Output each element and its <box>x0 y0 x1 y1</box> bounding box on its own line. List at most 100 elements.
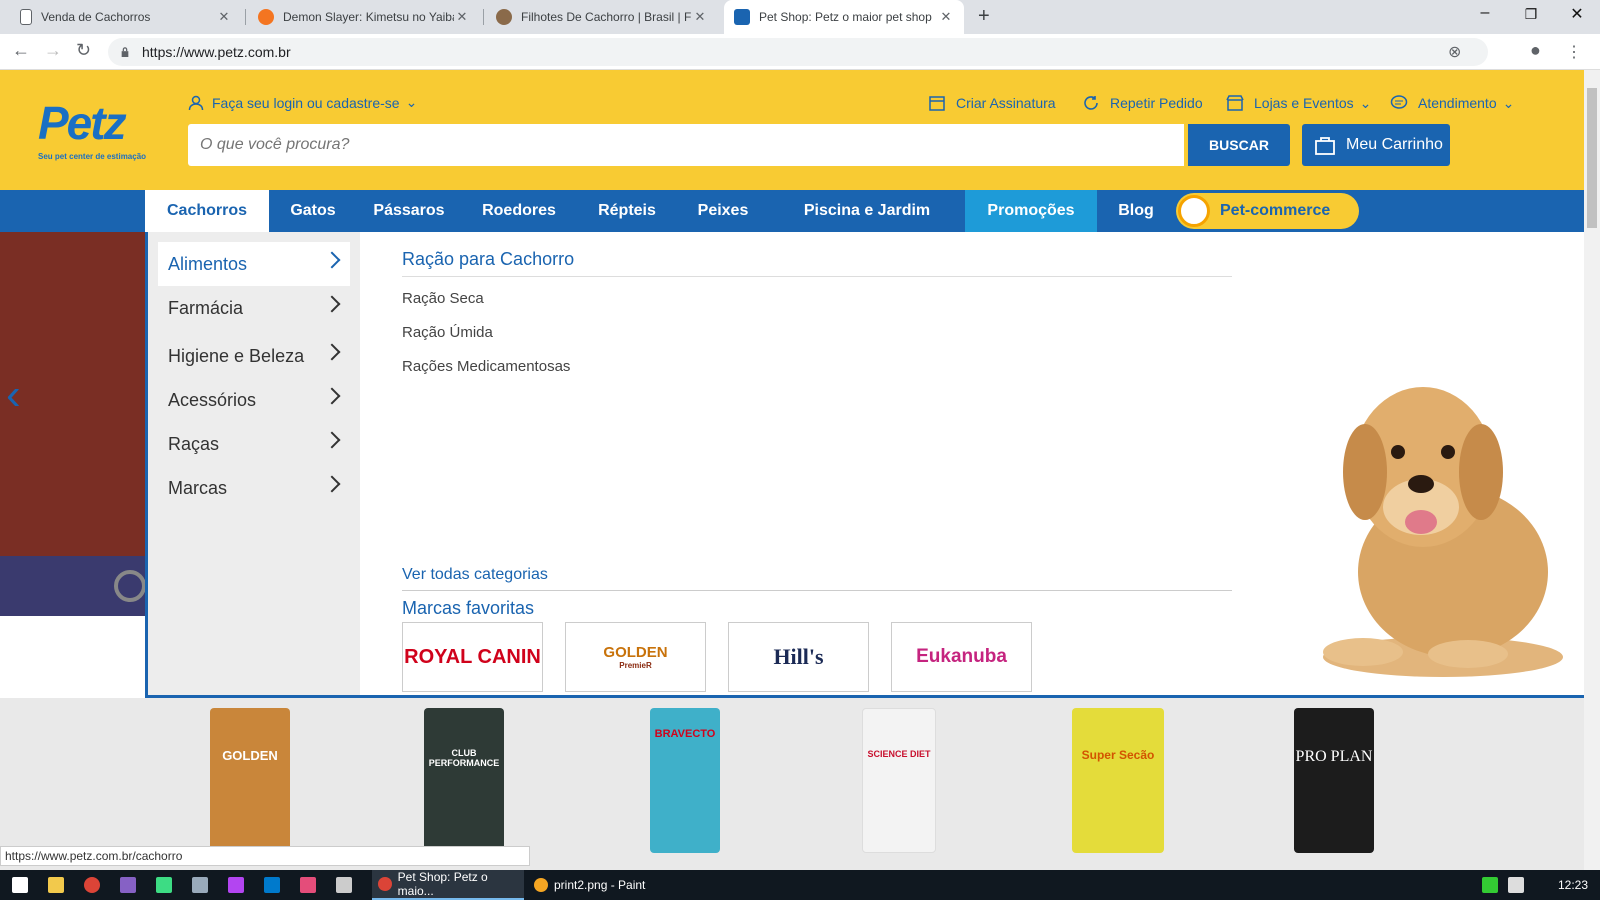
refresh-icon <box>1084 96 1098 110</box>
scrollbar-thumb[interactable] <box>1587 88 1597 228</box>
translate-icon[interactable]: ⊗ <box>1448 42 1461 62</box>
profile-icon[interactable]: ● <box>1530 40 1541 61</box>
browser-toolbar: ← → ↻ https://www.petz.com.br ⊗ ● ⋮ <box>0 34 1600 70</box>
brand-royal-canin[interactable]: ROYAL CANIN <box>402 622 543 692</box>
close-tab-icon[interactable]: ✕ <box>454 9 470 25</box>
app-icon[interactable] <box>300 877 316 893</box>
calendar-icon <box>929 96 945 111</box>
chevron-right-icon <box>323 343 341 361</box>
browser-tab[interactable]: Filhotes De Cachorro | Brasil | Filh ✕ <box>486 0 718 34</box>
subcategory-title[interactable]: Ração para Cachorro <box>402 249 574 270</box>
ver-todas-categorias-link[interactable]: Ver todas categorias <box>402 566 548 584</box>
category-nav: Cachorros Gatos Pássaros Roedores Réptei… <box>0 190 1584 232</box>
atendimento-link[interactable]: Atendimento ⌄ <box>1390 94 1514 112</box>
petz-favicon-icon <box>734 9 750 25</box>
repetir-pedido-link[interactable]: Repetir Pedido <box>1082 94 1203 112</box>
chevron-right-icon <box>323 295 341 313</box>
brand-golden[interactable]: GOLDEN PremieR <box>565 622 706 692</box>
close-tab-icon[interactable]: ✕ <box>692 9 708 25</box>
windows-start-icon[interactable] <box>12 877 28 893</box>
nav-blog[interactable]: Blog <box>1097 190 1175 232</box>
browser-tab[interactable]: Venda de Cachorros ✕ <box>10 0 242 34</box>
close-tab-icon[interactable]: ✕ <box>216 9 232 25</box>
reload-icon[interactable]: ↻ <box>76 40 91 61</box>
nav-gatos[interactable]: Gatos <box>269 190 357 232</box>
nav-piscina-jardim[interactable]: Piscina e Jardim <box>769 190 965 232</box>
product-card[interactable]: CLUB PERFORMANCE <box>424 708 504 853</box>
petz-logo[interactable]: Petz Seu pet center de estimação <box>38 96 150 174</box>
search-button[interactable]: BUSCAR <box>1188 124 1290 166</box>
nav-repteis[interactable]: Répteis <box>577 190 677 232</box>
product-card[interactable]: SCIENCE DIET <box>862 708 936 853</box>
package-icon[interactable] <box>336 877 352 893</box>
brand-eukanuba[interactable]: Eukanuba <box>891 622 1032 692</box>
tray-app-icon[interactable] <box>1482 877 1498 893</box>
product-card[interactable]: GOLDEN <box>210 708 290 853</box>
back-arrow-icon[interactable]: ← <box>12 40 30 61</box>
address-bar[interactable]: https://www.petz.com.br <box>108 38 1488 66</box>
restore-button[interactable]: ❐ <box>1508 6 1554 23</box>
taskbar-clock[interactable]: 12:23 <box>1558 878 1588 892</box>
visual-studio-icon[interactable] <box>120 877 136 893</box>
taskbar-paint-window[interactable]: print2.png - Paint <box>528 870 680 900</box>
category-dropdown: Alimentos Farmácia Higiene e Beleza Aces… <box>145 232 1584 698</box>
pet-commerce-button[interactable]: Pet-commerce <box>1176 193 1359 229</box>
carousel-prev-icon[interactable]: ‹ <box>6 370 21 420</box>
menu-item-alimentos[interactable]: Alimentos <box>158 242 350 286</box>
criar-assinatura-link[interactable]: Criar Assinatura <box>928 94 1056 112</box>
puppy-favicon-icon <box>496 9 512 25</box>
chrome-icon[interactable] <box>84 877 100 893</box>
page-scrollbar[interactable] <box>1584 70 1600 870</box>
paint-icon <box>534 878 548 892</box>
file-explorer-icon[interactable] <box>48 877 64 893</box>
link-status-bar: https://www.petz.com.br/cachorro <box>0 846 530 866</box>
login-link[interactable]: Faça seu login ou cadastre-se ⌄ <box>188 94 417 111</box>
nav-cachorros[interactable]: Cachorros <box>145 190 269 232</box>
close-tab-icon[interactable]: ✕ <box>938 9 954 25</box>
virtualbox-icon[interactable] <box>192 877 208 893</box>
browser-tab-active[interactable]: Pet Shop: Petz o maior pet shop ✕ <box>724 0 964 34</box>
favorite-brands-title: Marcas favoritas <box>402 598 535 618</box>
menu-item-marcas[interactable]: Marcas <box>158 466 350 510</box>
forward-arrow-icon[interactable]: → <box>44 40 62 61</box>
chevron-down-icon: ⌄ <box>405 94 418 110</box>
vscode-icon[interactable] <box>264 877 280 893</box>
cart-button[interactable]: Meu Carrinho <box>1302 124 1450 166</box>
android-studio-icon[interactable] <box>156 877 172 893</box>
product-carousel: GOLDEN CLUB PERFORMANCE BRAVECTO SCIENCE… <box>0 698 1584 870</box>
new-tab-button[interactable]: + <box>978 5 990 28</box>
product-card[interactable]: Super Secão <box>1072 708 1164 853</box>
clock-icon <box>114 570 146 602</box>
nav-peixes[interactable]: Peixes <box>677 190 769 232</box>
menu-item-acessorios[interactable]: Acessórios <box>158 378 350 422</box>
user-icon <box>188 95 204 110</box>
lojas-eventos-link[interactable]: Lojas e Eventos ⌄ <box>1226 94 1371 112</box>
menu-item-farmacia[interactable]: Farmácia <box>158 286 350 330</box>
chrome-icon <box>378 877 392 891</box>
nav-passaros[interactable]: Pássaros <box>357 190 461 232</box>
site-header: Petz Seu pet center de estimação Faça se… <box>0 70 1584 190</box>
shopping-bag-icon <box>1315 137 1335 155</box>
close-window-button[interactable]: ✕ <box>1554 4 1600 24</box>
nav-roedores[interactable]: Roedores <box>461 190 577 232</box>
link-racoes-medicamentosas[interactable]: Rações Medicamentosas <box>402 358 570 375</box>
product-card[interactable]: BRAVECTO <box>650 708 720 853</box>
minimize-button[interactable]: – <box>1462 4 1508 22</box>
divider <box>402 590 1232 591</box>
link-racao-umida[interactable]: Ração Úmida <box>402 324 493 341</box>
link-racao-seca[interactable]: Ração Seca <box>402 290 484 307</box>
tray-language-icon[interactable] <box>1508 877 1524 893</box>
nav-promocoes[interactable]: Promoções <box>965 190 1097 232</box>
menu-item-higiene-beleza[interactable]: Higiene e Beleza <box>158 334 350 378</box>
menu-icon[interactable]: ⋮ <box>1566 42 1582 62</box>
brand-hills[interactable]: Hill's <box>728 622 869 692</box>
menu-item-racas[interactable]: Raças <box>158 422 350 466</box>
browser-tab[interactable]: Demon Slayer: Kimetsu no Yaiba ✕ <box>248 0 480 34</box>
search-input[interactable] <box>188 124 1184 166</box>
windows-taskbar: Pet Shop: Petz o maio... print2.png - Pa… <box>0 870 1600 900</box>
chevron-right-icon <box>323 475 341 493</box>
product-card[interactable]: PRO PLAN <box>1294 708 1374 853</box>
phpstorm-icon[interactable] <box>228 877 244 893</box>
taskbar-chrome-window[interactable]: Pet Shop: Petz o maio... <box>372 870 524 900</box>
dog-face-icon <box>1178 195 1210 227</box>
